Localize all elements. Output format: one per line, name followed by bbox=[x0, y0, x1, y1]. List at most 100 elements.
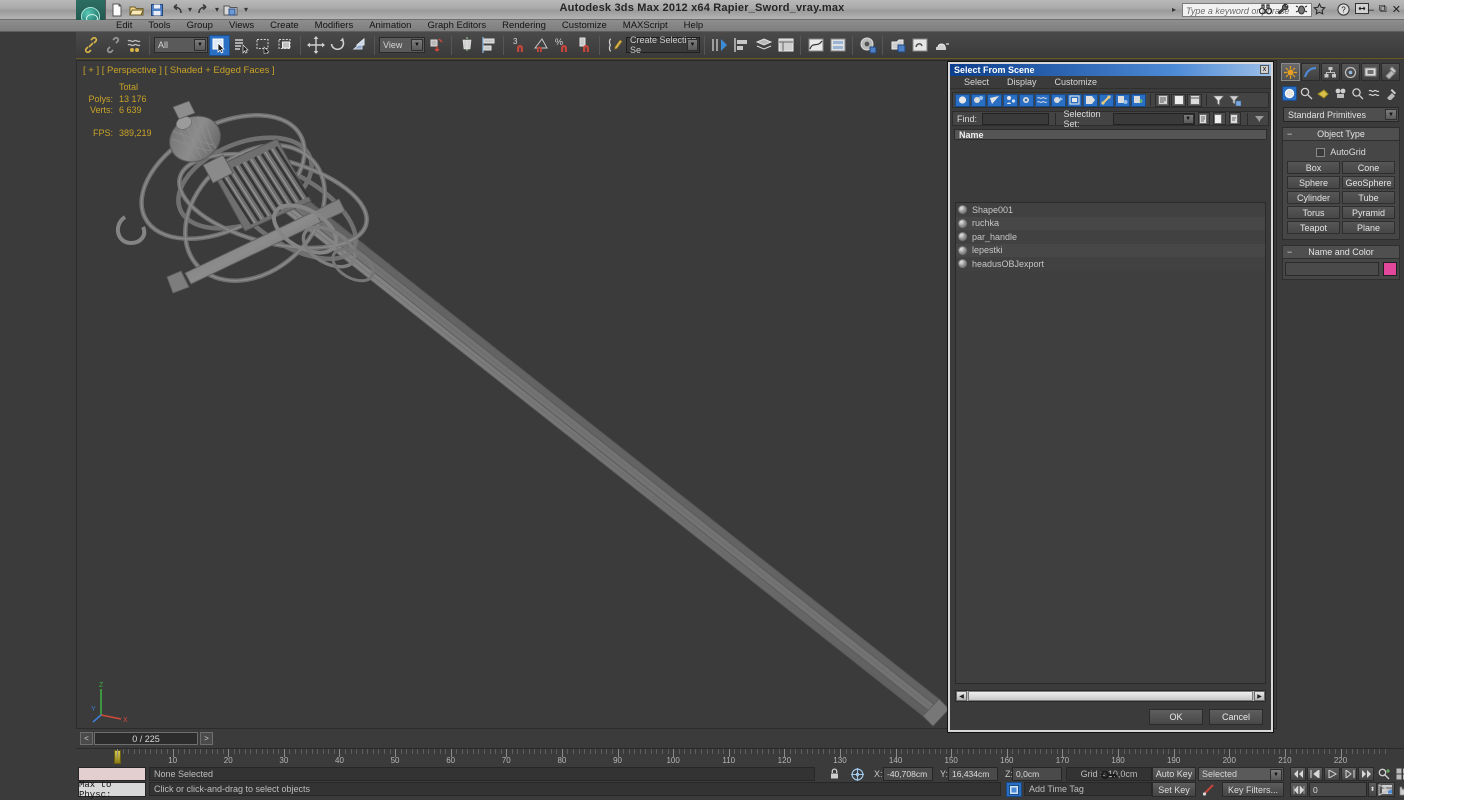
menu-item-customize[interactable]: Customize bbox=[554, 20, 615, 32]
dialog-title-bar[interactable]: Select From Scene x bbox=[950, 64, 1271, 76]
layer-manager-icon[interactable] bbox=[753, 35, 774, 56]
find-input[interactable] bbox=[982, 112, 1049, 125]
save-file-icon[interactable] bbox=[148, 1, 165, 18]
chevron-down-icon[interactable]: ▼ bbox=[687, 39, 698, 51]
display-cameras-icon[interactable] bbox=[1019, 93, 1034, 107]
menu-item-rendering[interactable]: Rendering bbox=[494, 20, 554, 32]
bug-icon[interactable] bbox=[1295, 3, 1308, 16]
previous-frame-button[interactable] bbox=[1307, 767, 1323, 781]
next-frame-button[interactable]: > bbox=[200, 732, 213, 745]
new-file-icon[interactable] bbox=[108, 1, 125, 18]
tab-modify[interactable] bbox=[1301, 63, 1320, 81]
list-item[interactable]: par_handle bbox=[956, 230, 1265, 244]
display-geometry-icon[interactable] bbox=[971, 93, 986, 107]
key-mode-jump-icon[interactable] bbox=[1290, 782, 1308, 797]
object-name-input[interactable] bbox=[1285, 262, 1379, 276]
menu-item-help[interactable]: Help bbox=[676, 20, 712, 32]
create-plane-button[interactable]: Plane bbox=[1342, 221, 1395, 234]
zoom-icon[interactable] bbox=[1376, 767, 1392, 781]
open-file-icon[interactable] bbox=[128, 1, 145, 18]
restore-panel-icon[interactable] bbox=[1355, 3, 1369, 16]
chevron-down-icon[interactable]: ▼ bbox=[194, 39, 206, 51]
selection-set-dropdown[interactable]: ▼ bbox=[1113, 112, 1195, 125]
autogrid-row[interactable]: AutoGrid bbox=[1287, 147, 1395, 157]
display-xrefs-icon[interactable] bbox=[1083, 93, 1098, 107]
rectangular-selection-region-icon[interactable] bbox=[253, 35, 274, 56]
align-icon[interactable] bbox=[478, 35, 499, 56]
create-cylinder-button[interactable]: Cylinder bbox=[1287, 191, 1340, 204]
tab-utilities[interactable] bbox=[1381, 63, 1400, 81]
align-tool-icon[interactable] bbox=[731, 35, 752, 56]
rendered-frame-window-icon[interactable] bbox=[909, 35, 930, 56]
named-selection-set-combo[interactable]: Create Selection Se ▼ bbox=[626, 35, 700, 55]
angle-snap-toggle-icon[interactable] bbox=[530, 35, 551, 56]
absolute-relative-transform-toggle-icon[interactable] bbox=[848, 767, 866, 781]
set-project-folder-icon[interactable] bbox=[222, 1, 239, 18]
list-item[interactable]: Shape001 bbox=[956, 203, 1265, 217]
window-crossing-toggle-icon[interactable] bbox=[275, 35, 296, 56]
mirror-icon[interactable] bbox=[456, 35, 477, 56]
display-all-icon[interactable] bbox=[955, 93, 970, 107]
current-frame-input[interactable]: 0 bbox=[1309, 782, 1367, 797]
key-mode-dropdown[interactable]: Selected ▼ bbox=[1198, 767, 1284, 781]
menu-item-create[interactable]: Create bbox=[262, 20, 307, 32]
key-mode-toggle-icon[interactable] bbox=[1098, 767, 1120, 782]
snaps-toggle-icon[interactable]: 3 bbox=[508, 35, 529, 56]
material-editor-icon[interactable] bbox=[857, 35, 878, 56]
list-view-icon[interactable] bbox=[1155, 93, 1170, 107]
menu-item-graph-editors[interactable]: Graph Editors bbox=[419, 20, 494, 32]
helpers-icon[interactable] bbox=[1350, 86, 1365, 101]
set-key-button[interactable]: Set Key bbox=[1152, 782, 1196, 797]
geometry-icon[interactable] bbox=[1282, 86, 1297, 101]
x-coord-input[interactable]: -40,708cm bbox=[883, 767, 933, 781]
menu-item-modifiers[interactable]: Modifiers bbox=[307, 20, 362, 32]
dialog-menu-display[interactable]: Display bbox=[1007, 77, 1037, 87]
go-to-end-button[interactable] bbox=[1358, 767, 1374, 781]
dialog-menu-select[interactable]: Select bbox=[964, 77, 989, 87]
mirror-tool-icon[interactable] bbox=[709, 35, 730, 56]
autogrid-checkbox[interactable] bbox=[1316, 147, 1326, 157]
bind-to-space-warp-icon[interactable] bbox=[124, 35, 145, 56]
shapes-icon[interactable] bbox=[1299, 86, 1314, 101]
lights-icon[interactable] bbox=[1316, 86, 1331, 101]
display-frozen-icon[interactable] bbox=[1115, 93, 1130, 107]
add-time-tag-icon[interactable] bbox=[1006, 782, 1022, 797]
wrench-icon[interactable] bbox=[1277, 3, 1290, 16]
cameras-icon[interactable] bbox=[1333, 86, 1348, 101]
workspace-arrow-icon[interactable]: ▸ bbox=[1172, 5, 1176, 14]
create-box-button[interactable]: Box bbox=[1287, 161, 1340, 174]
list-item[interactable]: ruchka bbox=[956, 216, 1265, 230]
render-setup-icon[interactable] bbox=[887, 35, 908, 56]
select-object-icon[interactable] bbox=[209, 34, 230, 56]
star-icon[interactable] bbox=[1313, 3, 1326, 16]
close-button[interactable]: ✕ bbox=[1392, 3, 1401, 16]
primitive-type-dropdown[interactable]: Standard Primitives ▼ bbox=[1283, 107, 1399, 122]
list-item[interactable]: lepestki bbox=[956, 243, 1265, 257]
cancel-button[interactable]: Cancel bbox=[1209, 709, 1263, 725]
tab-hierarchy[interactable] bbox=[1321, 63, 1340, 81]
list-item[interactable]: headusOBJexport bbox=[956, 257, 1265, 271]
help-icon[interactable]: ? bbox=[1337, 3, 1350, 16]
create-cone-button[interactable]: Cone bbox=[1342, 161, 1395, 174]
display-helpers-icon[interactable] bbox=[1035, 93, 1050, 107]
select-and-link-icon[interactable] bbox=[80, 35, 101, 56]
use-pivot-point-center-icon[interactable] bbox=[426, 35, 447, 56]
select-from-scene-dialog[interactable]: Select From Scene x Select Display Custo… bbox=[948, 62, 1273, 732]
space-warps-icon[interactable] bbox=[1367, 86, 1382, 101]
menu-item-tools[interactable]: Tools bbox=[140, 20, 178, 32]
lock-selection-icon[interactable] bbox=[820, 767, 848, 781]
menu-item-maxscript[interactable]: MAXScript bbox=[615, 20, 676, 32]
list-column-header-name[interactable]: Name bbox=[954, 129, 1267, 140]
collapse-icon[interactable]: − bbox=[1287, 129, 1292, 139]
go-to-start-button[interactable] bbox=[1290, 767, 1306, 781]
ok-button[interactable]: OK bbox=[1149, 709, 1203, 725]
scrollbar-thumb[interactable] bbox=[968, 691, 1253, 701]
display-groups-icon[interactable] bbox=[1067, 93, 1082, 107]
tab-display[interactable] bbox=[1361, 63, 1380, 81]
display-hidden-icon[interactable] bbox=[1131, 93, 1146, 107]
display-bones-icon[interactable] bbox=[1099, 93, 1114, 107]
spinner-snap-toggle-icon[interactable] bbox=[574, 35, 595, 56]
display-shapes-icon[interactable] bbox=[987, 93, 1002, 107]
next-frame-button[interactable] bbox=[1341, 767, 1357, 781]
dialog-menu-customize[interactable]: Customize bbox=[1055, 77, 1098, 87]
